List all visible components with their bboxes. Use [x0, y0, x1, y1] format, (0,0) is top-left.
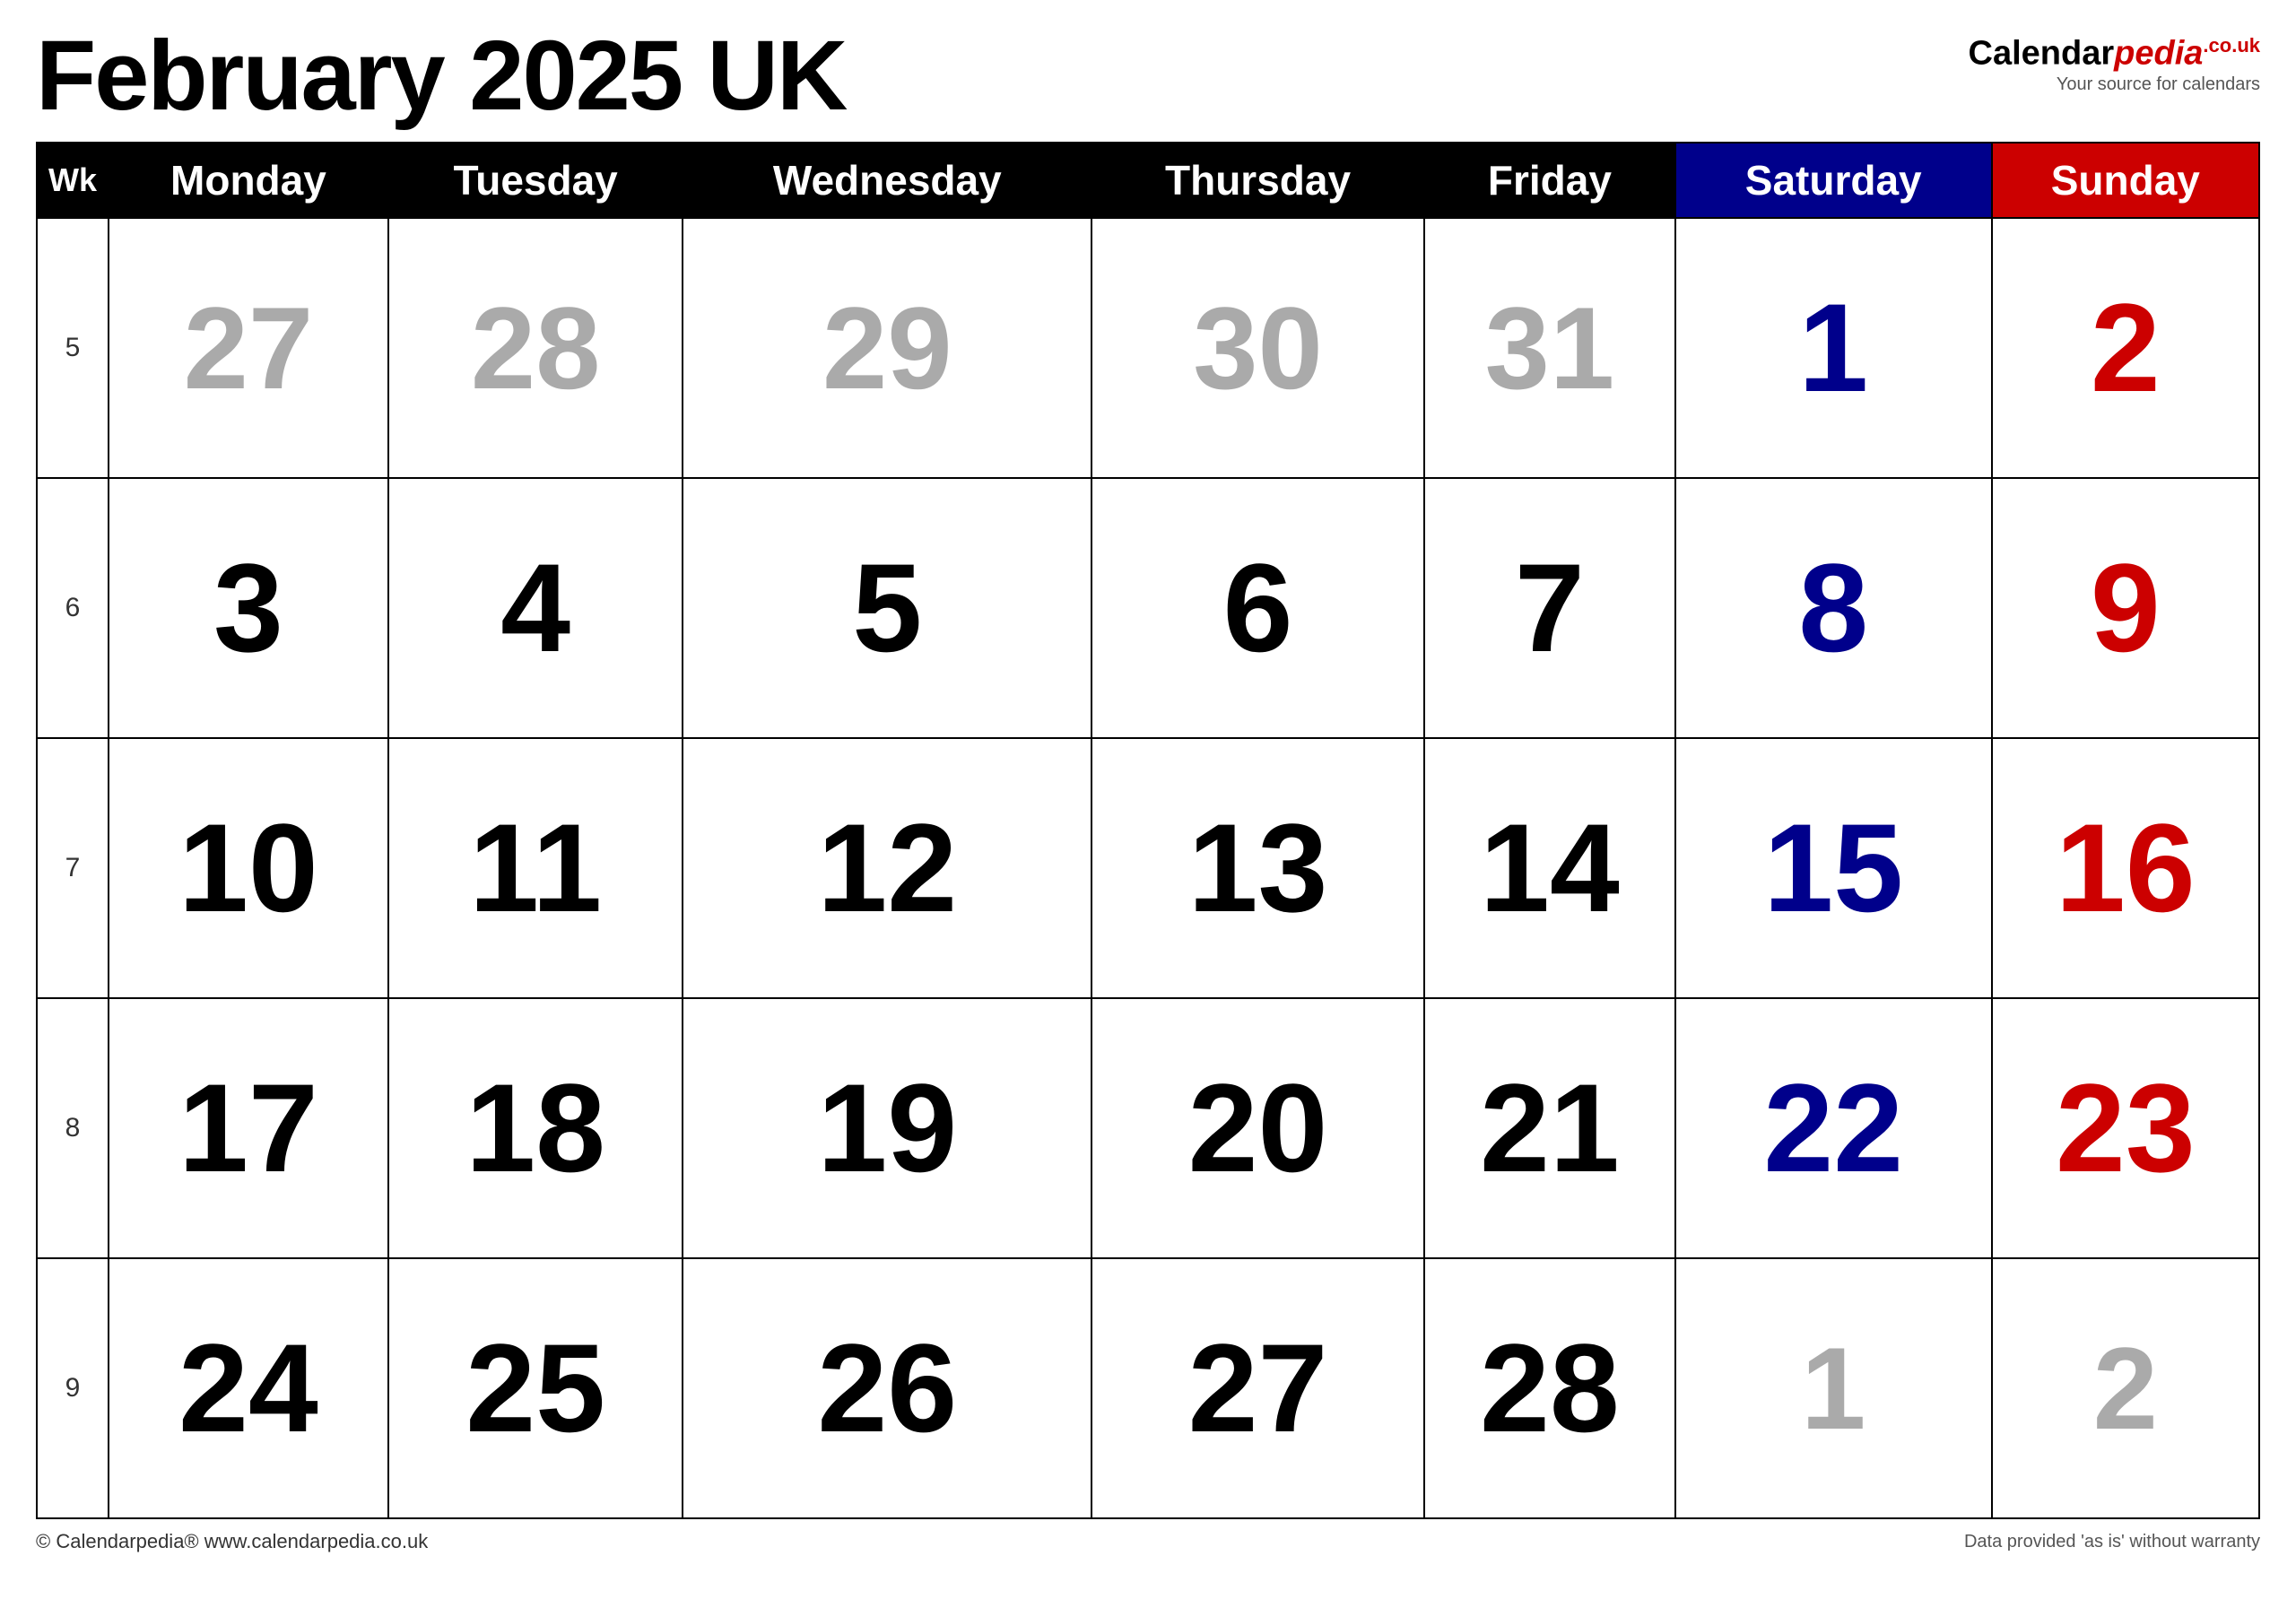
- calendar-day[interactable]: 22: [1675, 998, 1992, 1258]
- calendar-day[interactable]: 27: [1091, 1258, 1424, 1518]
- calendar-body: 5272829303112634567897101112131415168171…: [37, 218, 2259, 1518]
- footer-disclaimer: Data provided 'as is' without warranty: [1964, 1532, 2260, 1552]
- wednesday-header: Wednesday: [683, 143, 1091, 218]
- calendar-day[interactable]: 2: [1992, 1258, 2259, 1518]
- tuesday-header: Tuesday: [388, 143, 683, 218]
- calendar-day[interactable]: 25: [388, 1258, 683, 1518]
- calendar-day[interactable]: 8: [1675, 478, 1992, 738]
- thursday-header: Thursday: [1091, 143, 1424, 218]
- friday-header: Friday: [1424, 143, 1675, 218]
- calendar-day[interactable]: 1: [1675, 218, 1992, 478]
- calendar-day[interactable]: 28: [388, 218, 683, 478]
- calendar-day[interactable]: 23: [1992, 998, 2259, 1258]
- calendar-day[interactable]: 30: [1091, 218, 1424, 478]
- calendar-day[interactable]: 9: [1992, 478, 2259, 738]
- calendar-day[interactable]: 19: [683, 998, 1091, 1258]
- calendar-day[interactable]: 21: [1424, 998, 1675, 1258]
- calendar-day[interactable]: 20: [1091, 998, 1424, 1258]
- page-header: February 2025 UK Calendarpedia.co.uk You…: [36, 27, 2260, 126]
- calendar-day[interactable]: 11: [388, 738, 683, 998]
- monday-header: Monday: [109, 143, 388, 218]
- calendar-week-row: 710111213141516: [37, 738, 2259, 998]
- week-number: 6: [37, 478, 109, 738]
- calendar-day[interactable]: 15: [1675, 738, 1992, 998]
- calendar-day[interactable]: 29: [683, 218, 1091, 478]
- logo-domain: .co.uk: [2203, 34, 2260, 56]
- logo-pedia: pedia: [2114, 35, 2203, 73]
- calendar-day[interactable]: 4: [388, 478, 683, 738]
- saturday-header: Saturday: [1675, 143, 1992, 218]
- calendar-week-row: 9242526272812: [37, 1258, 2259, 1518]
- logo-brand: Calendar: [1969, 35, 2115, 73]
- wk-header: Wk: [37, 143, 109, 218]
- calendar-day[interactable]: 6: [1091, 478, 1424, 738]
- logo-tagline: Your source for calendars: [2057, 74, 2260, 95]
- calendar-day[interactable]: 26: [683, 1258, 1091, 1518]
- logo-text: Calendarpedia.co.uk: [1969, 36, 2260, 71]
- calendar-day[interactable]: 12: [683, 738, 1091, 998]
- calendar-day[interactable]: 18: [388, 998, 683, 1258]
- calendar-day[interactable]: 10: [109, 738, 388, 998]
- week-number: 7: [37, 738, 109, 998]
- calendar-day[interactable]: 31: [1424, 218, 1675, 478]
- calendar-week-row: 63456789: [37, 478, 2259, 738]
- calendar-day[interactable]: 3: [109, 478, 388, 738]
- week-number: 5: [37, 218, 109, 478]
- logo: Calendarpedia.co.uk Your source for cale…: [1969, 36, 2260, 95]
- week-number: 9: [37, 1258, 109, 1518]
- calendar-week-row: 5272829303112: [37, 218, 2259, 478]
- sunday-header: Sunday: [1992, 143, 2259, 218]
- calendar-day[interactable]: 27: [109, 218, 388, 478]
- week-number: 8: [37, 998, 109, 1258]
- calendar-day[interactable]: 24: [109, 1258, 388, 1518]
- calendar-day[interactable]: 16: [1992, 738, 2259, 998]
- calendar-week-row: 817181920212223: [37, 998, 2259, 1258]
- calendar-table: Wk Monday Tuesday Wednesday Thursday Fri…: [36, 142, 2260, 1519]
- calendar-header-row: Wk Monday Tuesday Wednesday Thursday Fri…: [37, 143, 2259, 218]
- calendar-day[interactable]: 1: [1675, 1258, 1992, 1518]
- calendar-day[interactable]: 14: [1424, 738, 1675, 998]
- calendar-day[interactable]: 2: [1992, 218, 2259, 478]
- page-title: February 2025 UK: [36, 27, 846, 126]
- calendar-day[interactable]: 5: [683, 478, 1091, 738]
- footer-copyright: © Calendarpedia® www.calendarpedia.co.uk: [36, 1530, 428, 1553]
- calendar-day[interactable]: 13: [1091, 738, 1424, 998]
- footer: © Calendarpedia® www.calendarpedia.co.uk…: [36, 1530, 2260, 1553]
- calendar-day[interactable]: 7: [1424, 478, 1675, 738]
- calendar-day[interactable]: 17: [109, 998, 388, 1258]
- calendar-day[interactable]: 28: [1424, 1258, 1675, 1518]
